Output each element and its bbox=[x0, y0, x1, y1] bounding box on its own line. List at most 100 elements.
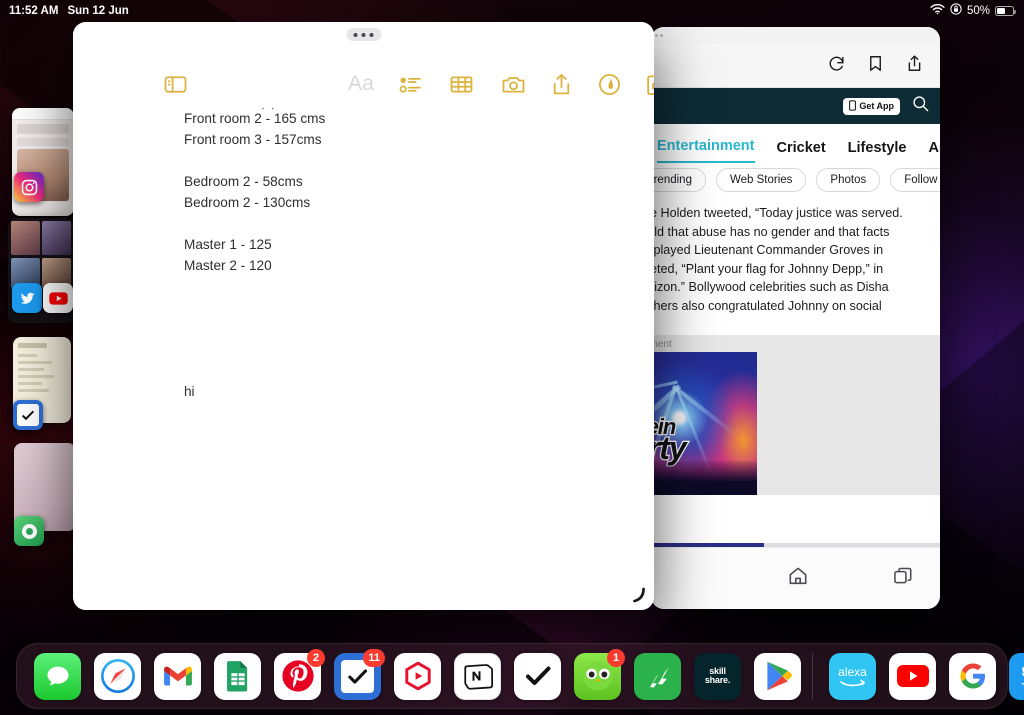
rotation-lock-icon bbox=[950, 3, 962, 18]
share-icon[interactable] bbox=[549, 72, 574, 97]
dock[interactable]: 2 11 1 skill share. alexa bbox=[16, 643, 1024, 709]
battery-percent: 50% bbox=[966, 4, 990, 17]
note-line: Bedroom 2 - 58cms bbox=[184, 174, 303, 189]
advertisement-block[interactable]: sement rein arty bbox=[651, 334, 940, 495]
badge-tasks: 11 bbox=[363, 648, 385, 667]
article-line: others also congratulated Johnny on soci… bbox=[651, 298, 882, 313]
status-bar: 11:52 AM Sun 12 Jun 50% bbox=[0, 0, 1024, 21]
dock-app-gmail[interactable] bbox=[154, 652, 201, 700]
checklist-icon[interactable] bbox=[398, 72, 423, 97]
safari-tab-dots bbox=[651, 27, 940, 44]
advertisement-label: sement bbox=[651, 338, 672, 350]
dock-app-todo-checkbox[interactable]: 11 bbox=[334, 648, 385, 700]
camera-icon[interactable] bbox=[501, 72, 526, 97]
article-line: orld that abuse has no gender and that f… bbox=[651, 224, 890, 239]
dock-app-todoist-check[interactable] bbox=[514, 652, 561, 700]
article-body: rie Holden tweeted, “Today justice was s… bbox=[651, 197, 940, 320]
note-line: Front room 2 - 165 cms bbox=[184, 111, 326, 126]
dock-app-safari[interactable] bbox=[94, 652, 141, 700]
article-line: o played Lieutenant Commander Groves in bbox=[651, 243, 884, 258]
pill-follow[interactable]: Follow bbox=[890, 168, 940, 192]
bookmark-icon[interactable] bbox=[866, 54, 885, 78]
dock-app-jiocinema[interactable] bbox=[394, 652, 441, 700]
note-line: Master 1 - 125 bbox=[184, 237, 272, 252]
youtube-icon[interactable] bbox=[43, 283, 73, 313]
dock-app-twitter[interactable] bbox=[1009, 652, 1024, 700]
status-time: 11:52 AM bbox=[9, 4, 59, 17]
ad-crowd-silhouette bbox=[651, 460, 757, 495]
tab-as[interactable]: As bbox=[929, 140, 940, 163]
tab-lifestyle[interactable]: Lifestyle bbox=[848, 140, 907, 163]
site-header-bar: Get App bbox=[651, 88, 940, 124]
home-icon[interactable] bbox=[787, 565, 809, 592]
note-line: Master 2 - 120 bbox=[184, 258, 272, 273]
get-app-button[interactable]: Get App bbox=[843, 97, 900, 115]
battery-icon bbox=[995, 5, 1016, 16]
dock-app-google[interactable] bbox=[949, 652, 996, 700]
pill-trending[interactable]: Trending bbox=[651, 168, 706, 192]
tab-entertainment[interactable]: Entertainment bbox=[657, 138, 755, 163]
markup-pen-icon[interactable] bbox=[597, 72, 622, 97]
safari-window[interactable]: Get App Entertainment Cricket Lifestyle … bbox=[651, 27, 940, 609]
green-app-icon[interactable] bbox=[14, 516, 44, 546]
instagram-icon[interactable] bbox=[14, 172, 44, 202]
status-date: Sun 12 Jun bbox=[67, 4, 129, 17]
dock-app-messages[interactable] bbox=[34, 652, 81, 700]
tabs-icon[interactable] bbox=[892, 565, 914, 592]
tab-cricket[interactable]: Cricket bbox=[777, 140, 826, 163]
twitter-icon[interactable] bbox=[12, 283, 42, 313]
advertisement-image[interactable]: rein arty bbox=[651, 351, 757, 495]
pill-photos[interactable]: Photos bbox=[816, 168, 881, 192]
article-line: eeted, “Plant your flag for Johnny Depp,… bbox=[651, 261, 884, 276]
note-line-clipped: Front Room (1) - 43 cms bbox=[184, 108, 332, 109]
phone-icon bbox=[849, 99, 857, 113]
multitasking-dots[interactable] bbox=[346, 28, 381, 41]
dock-app-feedly[interactable] bbox=[634, 652, 681, 700]
note-line-blank bbox=[184, 360, 654, 381]
note-text-area[interactable]: Front Room (1) - 43 cms Front room 2 - 1… bbox=[73, 108, 654, 610]
article-line: rie Holden tweeted, “Today justice was s… bbox=[651, 206, 903, 220]
pill-web-stories[interactable]: Web Stories bbox=[715, 168, 807, 192]
note-line-blank bbox=[184, 339, 654, 360]
article-line: orizon.” Bollywood celebrities such as D… bbox=[651, 280, 889, 295]
note-line-blank bbox=[184, 213, 654, 234]
site-category-tabs[interactable]: Entertainment Cricket Lifestyle As bbox=[651, 124, 940, 163]
pill-label: Web Stories bbox=[729, 174, 793, 186]
notes-toolbar: Aa bbox=[73, 22, 654, 108]
note-line: Front room 3 - 157cms bbox=[184, 132, 322, 147]
share-icon[interactable] bbox=[905, 54, 924, 78]
dock-app-play-store[interactable] bbox=[754, 652, 801, 700]
dock-apps[interactable]: 2 11 1 skill share. bbox=[17, 648, 801, 700]
dock-app-notion[interactable] bbox=[454, 652, 501, 700]
badge-pinterest: 2 bbox=[307, 648, 325, 667]
sidebar-toggle-icon[interactable] bbox=[163, 72, 188, 97]
dock-app-alexa[interactable]: alexa bbox=[829, 652, 876, 700]
dock-app-skillshare[interactable]: skill share. bbox=[694, 652, 741, 700]
wifi-icon bbox=[930, 3, 945, 18]
reload-icon[interactable] bbox=[827, 54, 846, 78]
safari-toolbar bbox=[651, 44, 940, 88]
note-line: Bedroom 2 - 130cms bbox=[184, 195, 311, 210]
note-line-blank bbox=[184, 297, 654, 318]
dock-app-youtube[interactable] bbox=[889, 652, 936, 700]
tasks-icon[interactable] bbox=[13, 400, 43, 430]
site-filter-pills[interactable]: Trending Web Stories Photos Follow bbox=[651, 163, 940, 197]
search-icon[interactable] bbox=[911, 94, 930, 118]
dock-recent-apps[interactable]: alexa bbox=[812, 652, 1024, 700]
pill-label: Trending bbox=[651, 174, 692, 186]
badge-duolingo: 1 bbox=[607, 648, 625, 667]
table-icon[interactable] bbox=[449, 72, 474, 97]
compose-icon[interactable] bbox=[645, 72, 654, 97]
pill-label: Follow bbox=[904, 174, 938, 186]
format-aa-button[interactable]: Aa bbox=[348, 72, 374, 96]
dock-app-google-sheets[interactable] bbox=[214, 652, 261, 700]
note-line: hi bbox=[184, 384, 195, 399]
pill-label: Photos bbox=[830, 174, 867, 186]
note-line-blank bbox=[184, 150, 654, 171]
dock-app-duolingo[interactable]: 1 bbox=[574, 648, 625, 700]
notes-window[interactable]: Front Room (1) - 43 cms Front room 2 - 1… bbox=[73, 22, 654, 610]
note-line-blank bbox=[184, 276, 654, 297]
window-resize-handle[interactable] bbox=[630, 586, 648, 604]
safari-bottom-bar[interactable] bbox=[651, 547, 940, 609]
dock-app-pinterest[interactable]: 2 bbox=[274, 648, 325, 700]
